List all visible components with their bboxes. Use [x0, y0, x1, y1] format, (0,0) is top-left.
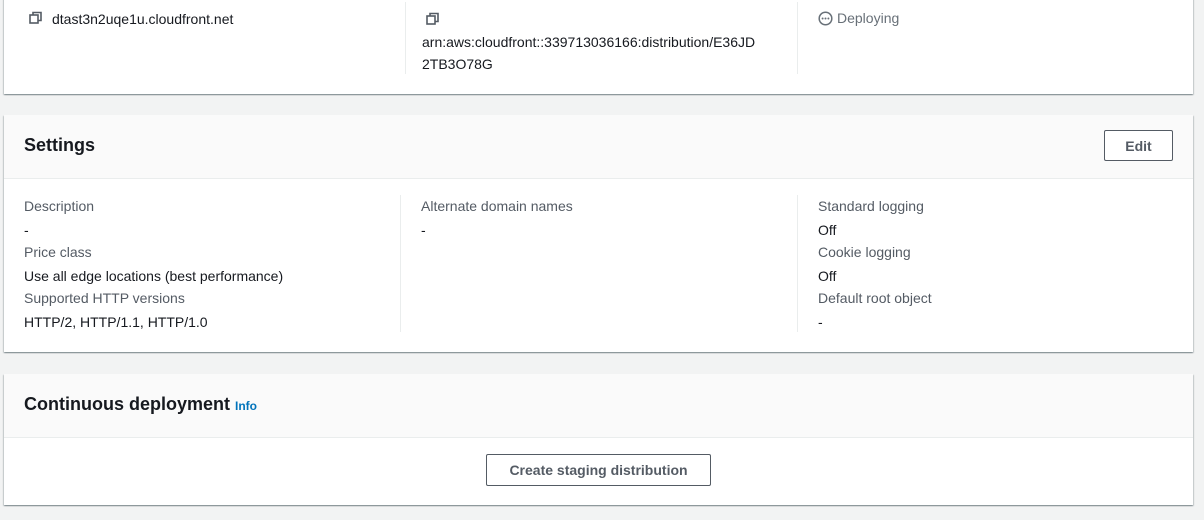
http-versions-label: Supported HTTP versions: [24, 290, 185, 306]
column-divider: [797, 195, 798, 332]
continuous-deployment-card: Continuous deployment Info Create staging…: [4, 374, 1193, 505]
price-class-label: Price class: [24, 244, 92, 260]
ellipsis-circle-icon: [818, 10, 833, 26]
continuous-deployment-header: Continuous deployment Info: [4, 374, 1193, 438]
copy-arn-icon[interactable]: [426, 12, 440, 26]
create-staging-distribution-button[interactable]: Create staging distribution: [486, 454, 711, 486]
copy-domain-icon[interactable]: [29, 11, 43, 25]
continuous-deployment-title: Continuous deployment Info: [24, 394, 257, 415]
cookie-logging-value: Off: [818, 268, 837, 284]
alternate-domains-label: Alternate domain names: [421, 198, 573, 214]
distribution-arn-line1: arn:aws:cloudfront::339713036166:distrib…: [422, 34, 756, 50]
http-versions-value: HTTP/2, HTTP/1.1, HTTP/1.0: [24, 314, 208, 330]
default-root-object-value: -: [818, 314, 823, 330]
price-class-value: Use all edge locations (best performance…: [24, 268, 284, 284]
copy-icon: [29, 11, 42, 24]
info-link[interactable]: Info: [235, 399, 257, 413]
distribution-arn-line2: 2TB3O78G: [422, 56, 493, 72]
status-text: Deploying: [837, 10, 900, 26]
distribution-domain-name: dtast3n2uqe1u.cloudfront.net: [52, 11, 234, 27]
description-label: Description: [24, 198, 95, 214]
settings-title: Settings: [24, 135, 96, 155]
distribution-details-card: dtast3n2uqe1u.cloudfront.net arn:aws:clo…: [4, 0, 1193, 94]
status-indicator: Deploying: [818, 10, 899, 26]
edit-button[interactable]: Edit: [1104, 130, 1173, 161]
copy-icon: [426, 12, 439, 25]
continuous-deployment-title-text: Continuous deployment: [24, 394, 230, 414]
column-divider: [400, 195, 401, 332]
column-divider: [797, 2, 798, 74]
description-value: -: [24, 222, 29, 238]
settings-header: Settings Edit: [4, 115, 1193, 179]
settings-card: Settings Edit Description - Price class …: [4, 115, 1193, 352]
column-divider: [405, 2, 406, 74]
standard-logging-value: Off: [818, 222, 837, 238]
cookie-logging-label: Cookie logging: [818, 244, 911, 260]
alternate-domains-value: -: [421, 222, 426, 238]
default-root-object-label: Default root object: [818, 290, 932, 306]
standard-logging-label: Standard logging: [818, 198, 924, 214]
